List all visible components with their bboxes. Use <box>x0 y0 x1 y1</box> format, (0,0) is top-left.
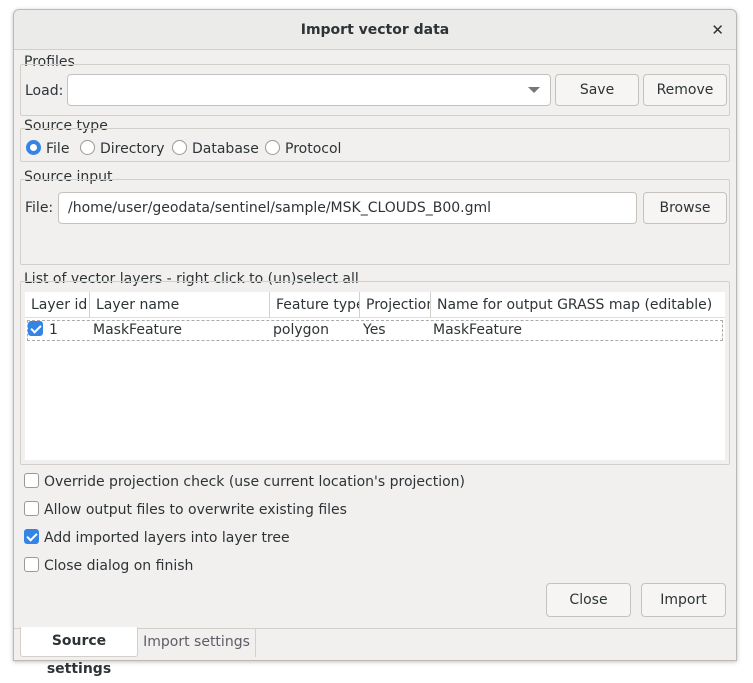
checkbox-icon <box>24 501 39 516</box>
radio-icon <box>172 140 187 155</box>
radio-label: Protocol <box>285 141 342 157</box>
cell-feature-type: polygon <box>273 322 329 338</box>
checkbox-label: Close dialog on finish <box>44 558 194 574</box>
overwrite-checkbox[interactable]: Allow output files to overwrite existing… <box>24 501 347 518</box>
column-header[interactable]: Feature type <box>270 292 360 318</box>
close-on-finish-checkbox[interactable]: Close dialog on finish <box>24 557 193 574</box>
column-header[interactable]: Name for output GRASS map (editable) <box>431 292 725 318</box>
profile-select[interactable] <box>67 74 551 106</box>
checkbox-icon <box>24 557 39 572</box>
close-icon[interactable]: ✕ <box>711 10 724 50</box>
add-to-layer-tree-checkbox[interactable]: Add imported layers into layer tree <box>24 529 290 546</box>
checkbox-icon <box>24 529 39 544</box>
radio-protocol[interactable]: Protocol <box>265 140 341 157</box>
file-label: File: <box>25 200 54 216</box>
cell-output-name[interactable]: MaskFeature <box>433 321 522 340</box>
radio-icon <box>26 140 41 155</box>
checkbox-icon <box>24 473 39 488</box>
radio-icon <box>265 140 280 155</box>
cell-projection: Yes <box>363 322 386 338</box>
table-row[interactable]: 1 MaskFeature polygon Yes MaskFeature <box>27 320 723 341</box>
column-header[interactable]: Projection <box>360 292 431 318</box>
radio-file[interactable]: File <box>26 140 69 157</box>
tab-import-settings[interactable]: Import settings <box>138 629 256 657</box>
checkbox-label: Allow output files to overwrite existing… <box>44 502 347 518</box>
override-projection-checkbox[interactable]: Override projection check (use current l… <box>24 473 465 490</box>
tab-source-settings[interactable]: Source settings <box>20 627 138 677</box>
close-button[interactable]: Close <box>546 583 631 617</box>
table-header: Layer id Layer name Feature type Project… <box>25 292 725 318</box>
radio-label: File <box>46 141 70 157</box>
checkbox-label: Override projection check (use current l… <box>44 474 465 490</box>
radio-label: Database <box>192 141 259 157</box>
load-label: Load: <box>25 83 64 99</box>
dialog-title: Import vector data <box>300 22 450 38</box>
title-bar: Import vector data ✕ <box>14 10 736 50</box>
remove-button[interactable]: Remove <box>643 74 727 106</box>
import-button[interactable]: Import <box>641 583 726 617</box>
chevron-down-icon <box>528 87 540 93</box>
checkbox-label: Add imported layers into layer tree <box>44 530 290 546</box>
save-button[interactable]: Save <box>555 74 639 106</box>
radio-icon <box>80 140 95 155</box>
radio-directory[interactable]: Directory <box>80 140 165 157</box>
file-path-input[interactable]: /home/user/geodata/sentinel/sample/MSK_C… <box>58 192 637 224</box>
column-header[interactable]: Layer id <box>25 292 90 318</box>
layers-table[interactable]: Layer id Layer name Feature type Project… <box>25 292 725 460</box>
cell-layer-id: 1 <box>49 322 58 338</box>
import-vector-dialog: Import vector data ✕ Profiles Load: Save… <box>13 9 737 677</box>
cell-layer-name: MaskFeature <box>93 322 182 338</box>
browse-button[interactable]: Browse <box>643 192 727 224</box>
row-checkbox[interactable] <box>28 321 43 336</box>
column-header[interactable]: Layer name <box>90 292 270 318</box>
radio-database[interactable]: Database <box>172 140 259 157</box>
radio-label: Directory <box>100 141 165 157</box>
